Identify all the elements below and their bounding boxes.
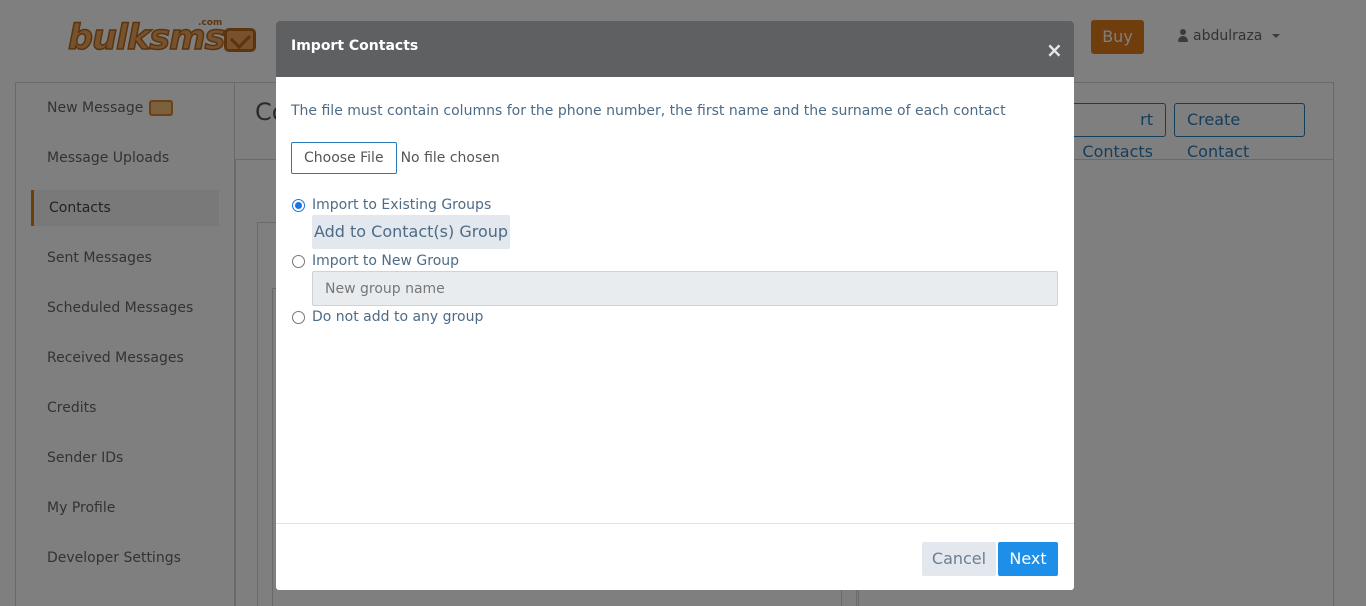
option-new-group-label: Import to New Group — [312, 253, 460, 269]
close-icon[interactable]: × — [1046, 40, 1063, 60]
radio-existing-groups[interactable] — [292, 198, 305, 212]
new-group-name-input[interactable] — [312, 271, 1058, 306]
next-button[interactable]: Next — [998, 542, 1058, 576]
file-requirements-text: The file must contain columns for the ph… — [291, 103, 1006, 119]
cancel-button[interactable]: Cancel — [922, 542, 996, 576]
option-new-group[interactable]: Import to New Group — [292, 251, 459, 271]
modal-body: The file must contain columns for the ph… — [276, 77, 1074, 523]
modal-footer: Cancel Next — [276, 523, 1074, 590]
file-status-text: No file chosen — [400, 150, 500, 166]
import-contacts-modal: Import Contacts × The file must contain … — [276, 21, 1074, 590]
radio-new-group[interactable] — [292, 254, 305, 268]
modal-title: Import Contacts — [291, 38, 419, 54]
option-no-group-label: Do not add to any group — [312, 309, 484, 325]
add-to-contact-group-button[interactable]: Add to Contact(s) Group — [312, 215, 510, 249]
choose-file-button[interactable]: Choose File — [291, 142, 397, 174]
option-existing-groups[interactable]: Import to Existing Groups — [292, 195, 491, 215]
radio-no-group[interactable] — [292, 310, 305, 324]
option-existing-groups-label: Import to Existing Groups — [312, 197, 492, 213]
file-picker: Choose File No file chosen — [291, 142, 500, 174]
modal-header: Import Contacts × — [276, 21, 1074, 77]
option-no-group[interactable]: Do not add to any group — [292, 307, 483, 327]
